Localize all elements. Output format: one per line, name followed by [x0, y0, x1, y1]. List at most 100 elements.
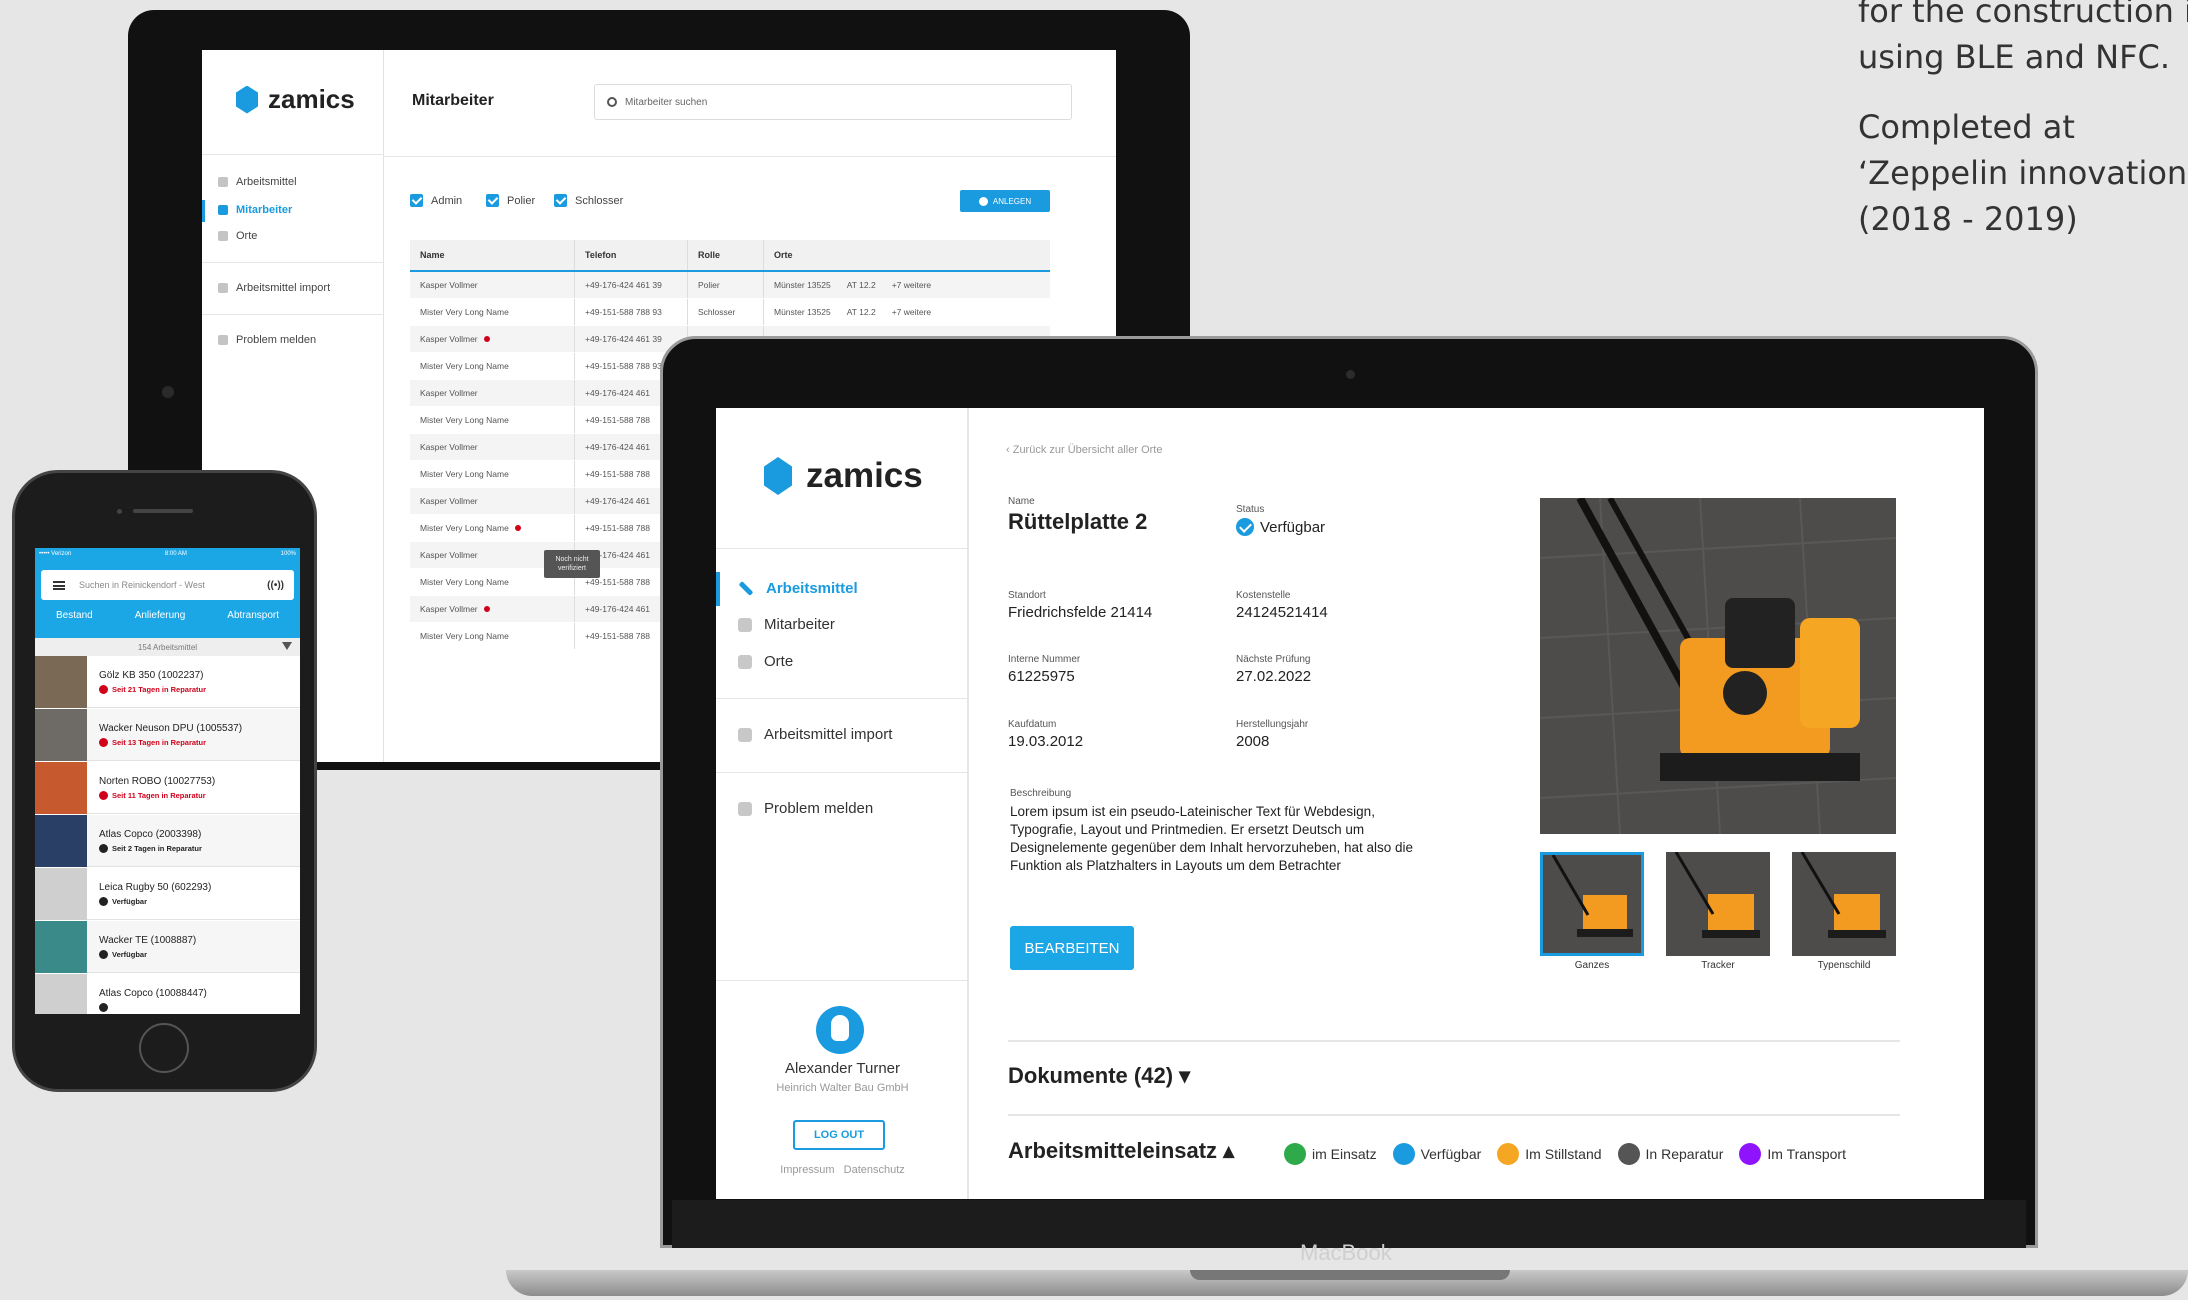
column-header-name[interactable]: Name — [410, 240, 575, 270]
column-header-rolle[interactable]: Rolle — [688, 240, 764, 270]
wrench-icon — [738, 581, 754, 596]
macbook-label: MacBook — [1300, 1240, 1392, 1265]
equipment-thumbnail — [35, 867, 87, 920]
sidebar-item-problem[interactable]: Problem melden — [738, 800, 873, 817]
table-row[interactable]: Mister Very Long Name +49-151-588 788 93 S… — [410, 299, 1050, 326]
item-name: Leica Rugby 50 (602293) — [99, 881, 212, 893]
brand-logo[interactable]: zamics — [764, 456, 923, 496]
item-status — [99, 1002, 207, 1012]
field-value: Friedrichsfelde 21414 — [1008, 604, 1153, 621]
sidebar-item-arbeitsmittel[interactable]: Arbeitsmittel — [738, 580, 858, 597]
status-icon — [99, 790, 108, 800]
caption: for the construction ind using BLE and N… — [1858, 0, 2188, 266]
column-header-orte[interactable]: Orte — [764, 240, 1050, 270]
item-status: Seit 2 Tagen in Reparatur — [99, 843, 202, 853]
zamics-logo-icon — [764, 457, 792, 495]
filter-schlosser[interactable]: Schlosser — [554, 194, 623, 207]
filter-icon[interactable] — [282, 642, 292, 650]
back-link[interactable]: ‹ Zurück zur Übersicht aller Orte — [1006, 444, 1162, 456]
brand-name: zamics — [806, 456, 923, 495]
divider — [716, 772, 969, 773]
thumbnail-typenschild[interactable] — [1792, 852, 1896, 956]
tab-abtransport[interactable]: Abtransport — [227, 610, 279, 621]
documents-section-toggle[interactable]: Dokumente (42) ▾ — [1008, 1063, 1190, 1089]
field-status: Status Verfügbar — [1236, 504, 1325, 536]
checkbox-icon — [554, 194, 567, 207]
tab-anlieferung[interactable]: Anlieferung — [135, 610, 186, 621]
table-row[interactable]: Kasper Vollmer+49-176-424 461 39PolierMü… — [410, 272, 1050, 299]
cell-name: Mister Very Long Name — [410, 353, 575, 379]
cell-more[interactable]: +7 weitere — [892, 280, 931, 290]
status-circle-icon — [1497, 1143, 1520, 1165]
brand-logo[interactable]: zamics — [236, 84, 355, 115]
list-item[interactable]: Gölz KB 350 (1002237) Seit 21 Tagen in Re… — [35, 655, 300, 708]
legend-label: im Einsatz — [1312, 1146, 1377, 1162]
menu-icon[interactable] — [53, 580, 65, 590]
list-item[interactable]: Atlas Copco (10088447) — [35, 973, 300, 1014]
add-button[interactable]: ANLEGEN — [960, 190, 1050, 212]
item-count: 154 Arbeitsmittel — [35, 638, 300, 656]
cell-text: Kasper Vollmer — [420, 280, 478, 290]
legal-links[interactable]: Impressum Datenschutz — [716, 1164, 969, 1176]
search-input[interactable]: Mitarbeiter suchen — [594, 84, 1072, 120]
field-label: Standort — [1008, 590, 1046, 601]
tab-bestand[interactable]: Bestand — [56, 610, 93, 621]
sidebar-item-orte[interactable]: Orte — [218, 230, 257, 242]
sidebar-item-arbeitsmittel[interactable]: Arbeitsmittel — [218, 176, 297, 188]
sidebar-item-mitarbeiter[interactable]: Mitarbeiter — [738, 616, 835, 633]
cell-text: Mister Very Long Name — [420, 631, 509, 641]
status-circle-icon — [1284, 1143, 1306, 1165]
cell-text: Mister Very Long Name — [420, 307, 509, 317]
cell-name: Mister Very Long Name — [410, 461, 575, 487]
equipment-thumbnail — [35, 655, 87, 708]
filter-polier[interactable]: Polier — [486, 194, 535, 207]
sidebar-item-import[interactable]: Arbeitsmittel import — [738, 726, 892, 743]
cell-name: Mister Very Long Name — [410, 515, 575, 541]
sidebar: zamics Arbeitsmittel Mitarbeiter Orte Ar… — [716, 408, 969, 1199]
list-item[interactable]: Norten ROBO (10027753) Seit 11 Tagen in R… — [35, 761, 300, 814]
avatar[interactable] — [816, 1006, 864, 1054]
nfc-scan-icon[interactable]: ((•)) — [267, 580, 284, 591]
divider — [202, 154, 384, 155]
search-input[interactable]: Suchen in Reinickendorf - West ((•)) — [41, 570, 294, 600]
cell-place: Münster 13525 — [774, 280, 831, 290]
field-value: 2008 — [1236, 733, 1270, 750]
sidebar-item-orte[interactable]: Orte — [738, 653, 793, 670]
item-name: Atlas Copco (2003398) — [99, 828, 202, 840]
sidebar-item-problem[interactable]: Problem melden — [218, 334, 316, 346]
logout-button[interactable]: LOG OUT — [793, 1120, 885, 1150]
phone-header: Suchen in Reinickendorf - West ((•)) Bes… — [35, 560, 300, 638]
cell-text: Mister Very Long Name — [420, 577, 509, 587]
zamics-logo-icon — [236, 85, 258, 114]
field-label: Status — [1236, 504, 1265, 515]
sidebar-item-label: Orte — [764, 653, 794, 670]
legend-label: In Reparatur — [1645, 1146, 1724, 1162]
sidebar-item-mitarbeiter[interactable]: Mitarbeiter — [218, 204, 292, 216]
legend-label: Im Stillstand — [1525, 1146, 1602, 1162]
status-text: Verfügbar — [112, 896, 148, 906]
field-naechste-pruefung: Nächste Prüfung 27.02.2022 — [1236, 654, 1311, 685]
usage-section-toggle[interactable]: Arbeitsmitteleinsatz ▴ — [1008, 1138, 1234, 1164]
edit-button[interactable]: BEARBEITEN — [1010, 926, 1134, 970]
list-item[interactable]: Leica Rugby 50 (602293) Verfügbar — [35, 867, 300, 920]
home-button[interactable] — [139, 1023, 189, 1073]
equipment-photo — [1540, 498, 1896, 834]
field-label: Beschreibung — [1010, 788, 1072, 799]
list-item[interactable]: Atlas Copco (2003398) Seit 2 Tagen in Rep… — [35, 814, 300, 867]
thumbnail-caption: Tracker — [1701, 960, 1735, 971]
cell-name: Kasper Vollmer — [410, 326, 575, 352]
list-item[interactable]: Wacker TE (1008887) Verfügbar — [35, 920, 300, 973]
laptop-screen: zamics Arbeitsmittel Mitarbeiter Orte Ar… — [716, 408, 1984, 1199]
sidebar-item-import[interactable]: Arbeitsmittel import — [218, 282, 330, 294]
cell-more[interactable]: +7 weitere — [892, 307, 931, 317]
compactor-thumbnail — [1792, 852, 1896, 956]
thumbnail-ganzes[interactable] — [1540, 852, 1644, 956]
sidebar-item-label: Arbeitsmittel import — [764, 726, 893, 743]
cell-name: Kasper Vollmer — [410, 434, 575, 460]
item-name: Norten ROBO (10027753) — [99, 775, 216, 787]
thumbnail-tracker[interactable] — [1666, 852, 1770, 956]
column-header-telefon[interactable]: Telefon — [575, 240, 688, 270]
tools-icon — [218, 177, 228, 187]
list-item[interactable]: Wacker Neuson DPU (1005537) Seit 13 Tagen… — [35, 708, 300, 761]
filter-admin[interactable]: Admin — [410, 194, 462, 207]
